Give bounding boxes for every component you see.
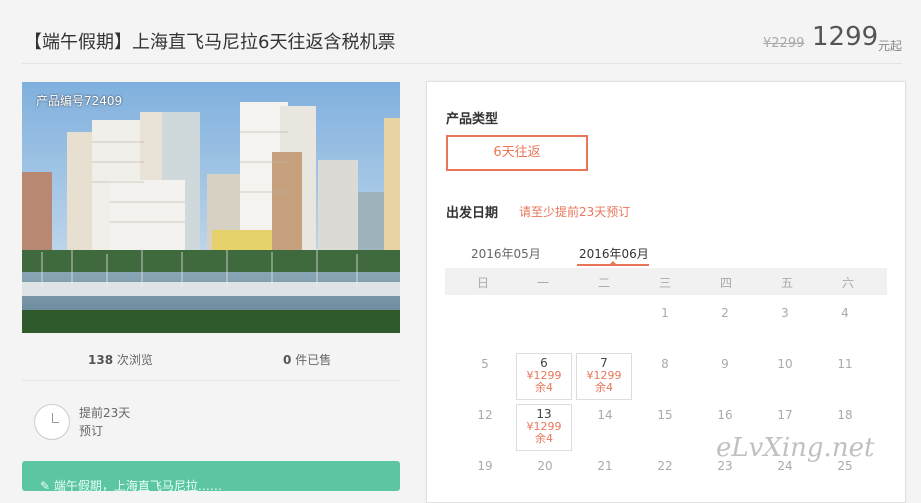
advance-booking-note: 提前23天 预订: [79, 406, 131, 438]
weekday-mon: 一: [536, 276, 549, 290]
month-tab-june[interactable]: 2016年06月: [579, 245, 649, 262]
weekday-sat: 六: [841, 276, 854, 290]
calendar-day: 22: [657, 459, 673, 473]
product-photo: 产品编号72409: [22, 82, 400, 333]
calendar-day: 1: [661, 306, 669, 320]
calendar-day: 2: [721, 306, 729, 320]
page-title: 【端午假期】上海直飞马尼拉6天往返含税机票: [24, 32, 396, 53]
calendar-day: 4: [841, 306, 849, 320]
header: 【端午假期】上海直飞马尼拉6天往返含税机票 ¥2299 1299 元起: [0, 0, 921, 80]
calendar-day: 3: [781, 306, 789, 320]
current-price: 1299: [812, 22, 879, 52]
calendar-day: 21: [597, 459, 613, 473]
view-count: 138 次浏览: [88, 353, 153, 367]
weekday-tue: 二: [597, 276, 610, 290]
product-number: 产品编号72409: [36, 94, 123, 108]
sold-count: 0 件已售: [283, 353, 332, 367]
product-type-option-6day[interactable]: 6天往返: [446, 135, 588, 171]
product-description-bar[interactable]: ✎ 端午假期，上海直飞马尼拉……: [22, 461, 400, 493]
booking-tip: 请至少提前23天预订: [519, 205, 631, 219]
calendar-day: 10: [777, 357, 793, 371]
divider: [22, 380, 400, 381]
calendar-day: 9: [721, 357, 729, 371]
calendar-day: 15: [657, 408, 673, 422]
weekday-sun: 日: [476, 276, 489, 290]
city-photo-illustration: [22, 82, 400, 333]
calendar-day: 11: [837, 357, 853, 371]
calendar-day-available[interactable]: 13 ¥1299 余4: [516, 404, 572, 451]
watermark: eLvXing.net: [716, 433, 875, 463]
calendar-day: 20: [537, 459, 553, 473]
calendar-day: 16: [717, 408, 733, 422]
price-unit: 元起: [878, 39, 903, 53]
calendar-day: 18: [837, 408, 853, 422]
weekday-wed: 三: [658, 276, 671, 290]
calendar-day: 19: [477, 459, 493, 473]
original-price: ¥2299: [763, 36, 805, 51]
calendar-day-available[interactable]: 7 ¥1299 余4: [576, 353, 632, 400]
calendar-day-available[interactable]: 6 ¥1299 余4: [516, 353, 572, 400]
weekday-thu: 四: [719, 276, 732, 290]
month-tab-may[interactable]: 2016年05月: [471, 245, 541, 262]
weekday-header: 日 一 二 三 四 五 六: [445, 268, 887, 295]
product-type-label: 产品类型: [446, 112, 499, 127]
departure-date-label: 出发日期: [446, 206, 499, 221]
calendar-day: 5: [481, 357, 489, 371]
calendar-day: 8: [661, 357, 669, 371]
stats-row: 138 次浏览 0 件已售: [22, 342, 400, 378]
clock-icon: [34, 404, 70, 440]
calendar-day: 12: [477, 408, 493, 422]
caret-up-icon: [609, 261, 617, 265]
calendar-day: 17: [777, 408, 793, 422]
divider: [22, 63, 902, 64]
calendar-day: 14: [597, 408, 613, 422]
weekday-fri: 五: [780, 276, 793, 290]
